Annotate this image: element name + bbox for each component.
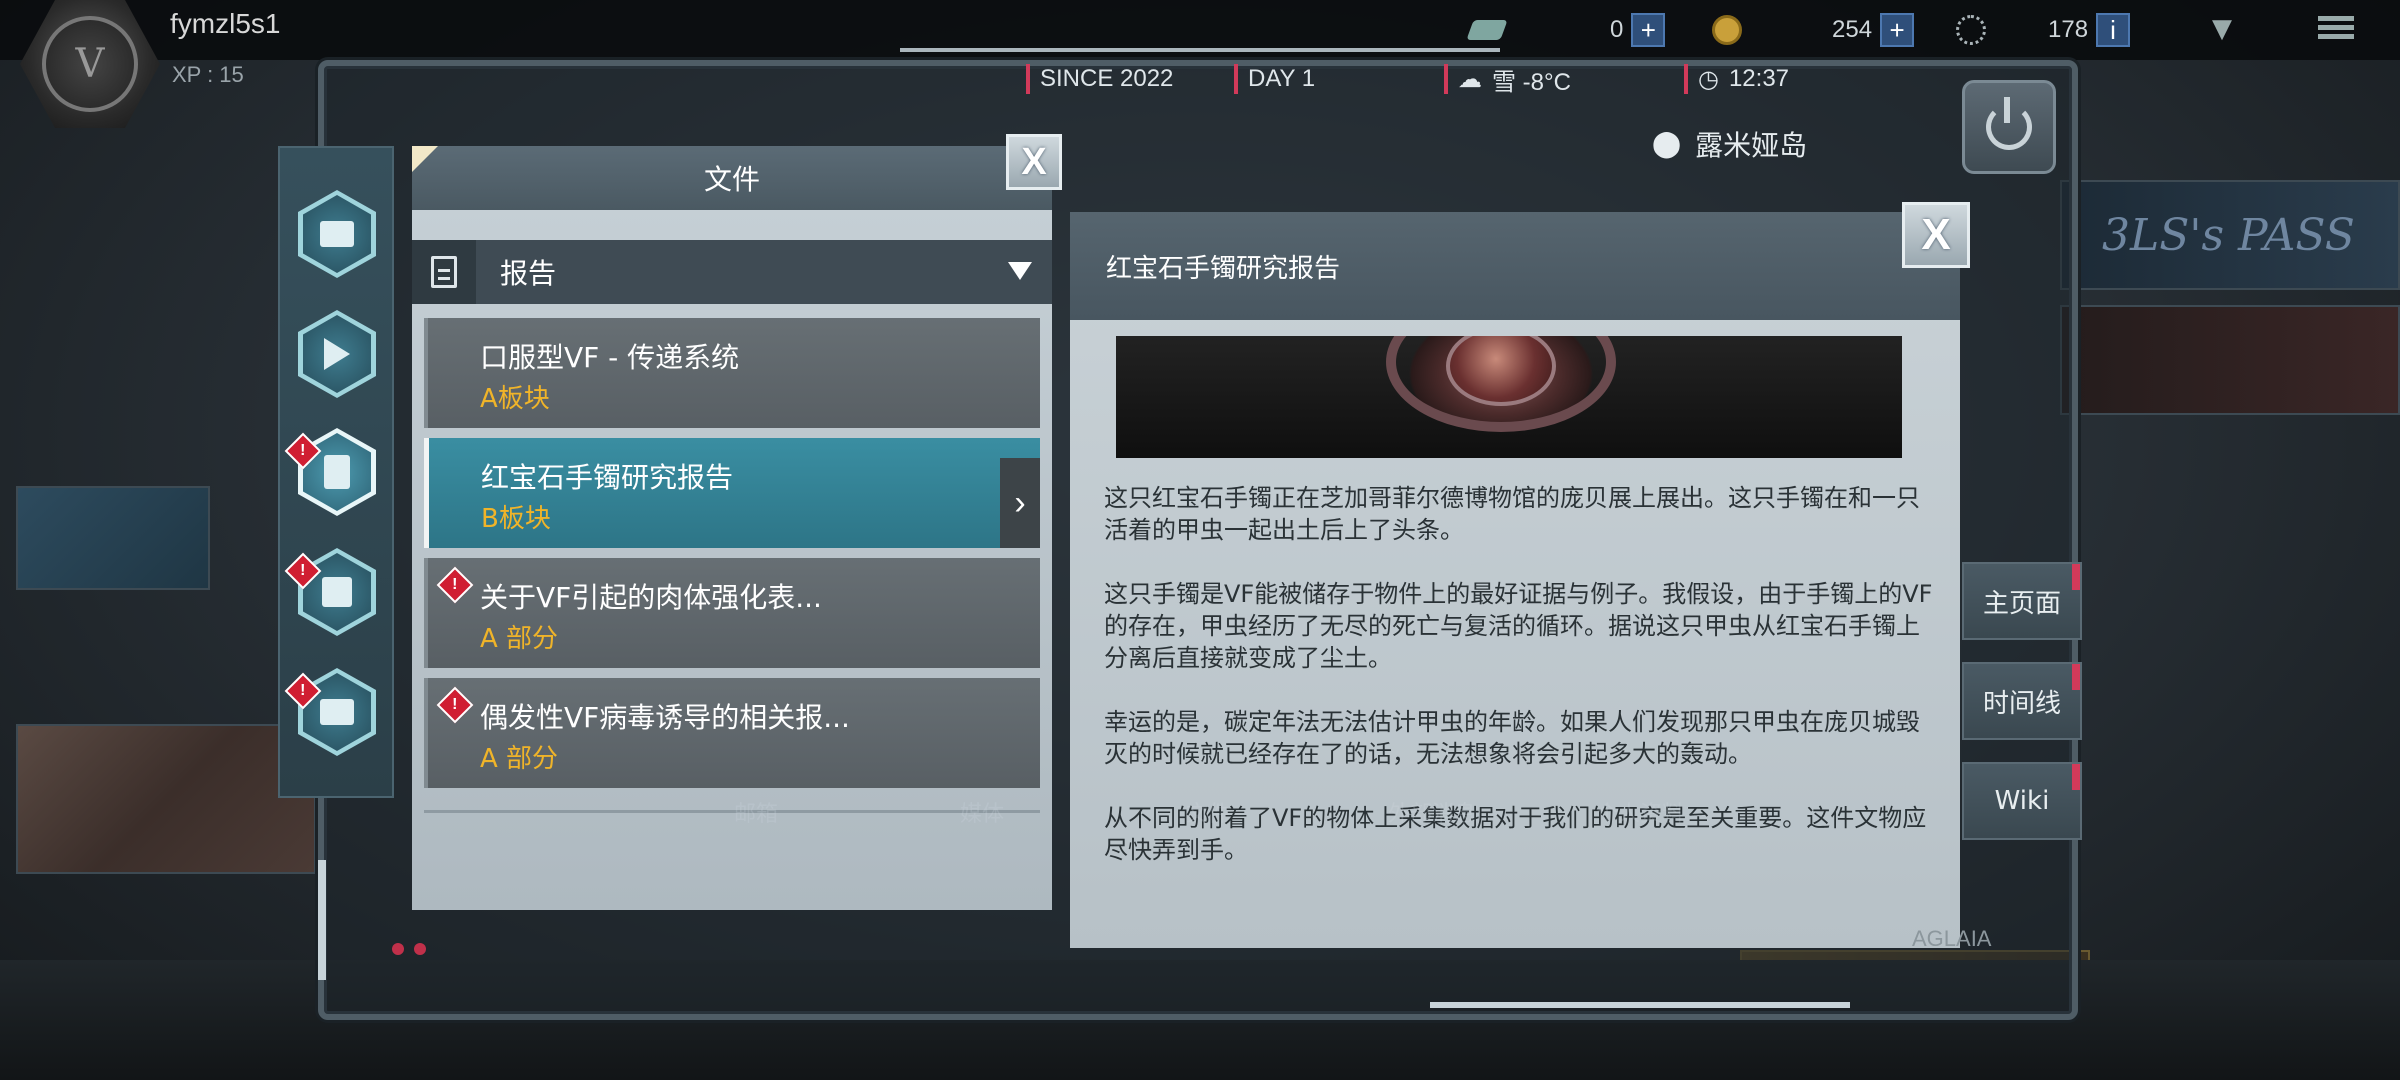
- list-item-title: 偶发性VF病毒诱导的相关报...: [480, 701, 850, 734]
- location: ⬤ 露米娅岛: [1652, 124, 1807, 164]
- media-nav-button[interactable]: [298, 310, 376, 398]
- frame-accent-top: [900, 48, 1500, 52]
- files-header: 文件: [412, 146, 1052, 210]
- list-item-title: 红宝石手镯研究报告: [481, 461, 734, 494]
- xp-label: XP : 15: [172, 62, 244, 87]
- power-icon: [1986, 97, 2032, 150]
- mail-icon: [320, 221, 354, 247]
- list-item-section: A 部分: [480, 624, 559, 654]
- page-indicator: [392, 940, 436, 959]
- play-icon: [324, 338, 350, 370]
- ghost-tab-files: 文件: [1186, 802, 1231, 827]
- username: fymzl5s1: [170, 8, 281, 39]
- coin-count: 254: [1832, 16, 1873, 43]
- feather-icon: [1466, 20, 1508, 40]
- resource-feather: 0 +: [1466, 12, 1666, 48]
- location-name: 露米娅岛: [1695, 129, 1808, 162]
- list-item[interactable]: ! 关于VF引起的肉体强化表... A 部分: [424, 558, 1040, 668]
- list-item-title: 关于VF引起的肉体强化表...: [480, 581, 822, 614]
- bracelet-image: [1116, 336, 1902, 458]
- list-item[interactable]: ! 偶发性VF病毒诱导的相关报... A 部分: [424, 678, 1040, 788]
- info-weather: ☁ 雪 -8°C: [1444, 60, 1571, 98]
- files-panel: 文件 报告 口服型VF - 传递系统 A板块 红宝石手镯研究报告 B板块 › !…: [412, 146, 1052, 910]
- close-files-button[interactable]: X: [1006, 134, 1062, 190]
- report-header: 红宝石手镯研究报告: [1070, 212, 1960, 320]
- avatar-emblem: V: [42, 16, 138, 112]
- info-time: ◷ 12:37: [1684, 60, 1789, 98]
- clock-icon: ◷: [1698, 65, 1719, 93]
- ghost-tab-external: 外部消息: [1388, 802, 1477, 827]
- divider: [424, 810, 1040, 813]
- coin-icon: [1712, 15, 1742, 45]
- chevron-right-icon: ›: [1000, 458, 1040, 548]
- chip-icon: [1956, 15, 1986, 45]
- chevron-down-icon[interactable]: ▼: [2212, 14, 2232, 44]
- chip-count: 178: [2048, 16, 2089, 43]
- alert-icon: !: [436, 566, 474, 604]
- resource-chip: 178 i: [1956, 12, 2131, 48]
- caret-down-icon: [1008, 262, 1032, 280]
- document-icon: [324, 455, 350, 489]
- list-item-section: A 部分: [480, 744, 559, 774]
- category-value: 报告: [500, 257, 557, 290]
- ghost-tab-mail: 邮箱: [734, 802, 779, 827]
- background-banner: [16, 486, 210, 590]
- alert-icon: !: [436, 686, 474, 724]
- location-pin-icon: ⬤: [1652, 129, 1682, 159]
- report-body: 这只红宝石手镯正在芝加哥菲尔德博物馆的庞贝展上展出。这只手镯在和一只活着的甲虫一…: [1104, 482, 1934, 898]
- list-item-section: B板块: [481, 504, 551, 534]
- info-button[interactable]: i: [2096, 13, 2131, 47]
- snow-cloud-icon: ☁: [1458, 65, 1482, 93]
- feather-count: 0: [1610, 16, 1624, 43]
- list-item-selected[interactable]: 红宝石手镯研究报告 B板块 ›: [424, 438, 1040, 548]
- mail-nav-button[interactable]: [298, 190, 376, 278]
- brand-label: AGLAIA: [1912, 926, 1992, 951]
- report-paragraph: 这只红宝石手镯正在芝加哥菲尔德博物馆的庞贝展上展出。这只手镯在和一只活着的甲虫一…: [1104, 484, 1920, 544]
- ghost-tab-media: 媒体: [960, 802, 1005, 827]
- category-select[interactable]: 报告: [412, 240, 1052, 304]
- info-day: DAY 1: [1234, 60, 1315, 98]
- add-feather-button[interactable]: +: [1631, 13, 1666, 47]
- notes-icon: [322, 577, 352, 607]
- wiki-button[interactable]: Wiki: [1962, 762, 2082, 840]
- list-item-title: 口服型VF - 传递系统: [480, 341, 740, 374]
- list-item[interactable]: 口服型VF - 传递系统 A板块: [424, 318, 1040, 428]
- report-paragraph: 幸运的是，碳定年法无法估计甲虫的年龄。如果人们发现那只甲虫在庞贝城毁灭的时候就已…: [1104, 708, 1920, 768]
- report-paragraph: 这只手镯是VF能被储存于物件上的最好证据与例子。我假设，由于手镯上的VF的存在，…: [1104, 580, 1933, 672]
- corner-marker: [412, 146, 438, 172]
- close-report-button[interactable]: X: [1902, 202, 1970, 268]
- ghost-tab-profile: 个人资料: [1596, 802, 1685, 827]
- resource-coin: 254 +: [1712, 12, 1915, 48]
- frame-accent-bottom: [1430, 1002, 1850, 1008]
- files-title: 文件: [703, 163, 760, 196]
- background-event-banner: [2060, 305, 2400, 415]
- folder-icon: [320, 699, 354, 725]
- timeline-button[interactable]: 时间线: [1962, 662, 2082, 740]
- background-pass-banner: 3LS's PASS: [2060, 180, 2400, 290]
- report-panel: 红宝石手镯研究报告 这只红宝石手镯正在芝加哥菲尔德博物馆的庞贝展上展出。这只手镯…: [1070, 212, 1960, 948]
- home-button[interactable]: 主页面: [1962, 562, 2082, 640]
- report-title: 红宝石手镯研究报告: [1106, 253, 1341, 284]
- add-coin-button[interactable]: +: [1880, 13, 1915, 47]
- list-item-section: A板块: [480, 384, 550, 414]
- side-nav: ! ! !: [278, 146, 394, 798]
- document-icon: [431, 256, 457, 288]
- background-character-card: [16, 724, 316, 874]
- info-since: SINCE 2022: [1026, 60, 1173, 98]
- power-button[interactable]: [1962, 80, 2056, 174]
- menu-icon[interactable]: [2318, 12, 2354, 48]
- frame-accent-left: [318, 860, 326, 980]
